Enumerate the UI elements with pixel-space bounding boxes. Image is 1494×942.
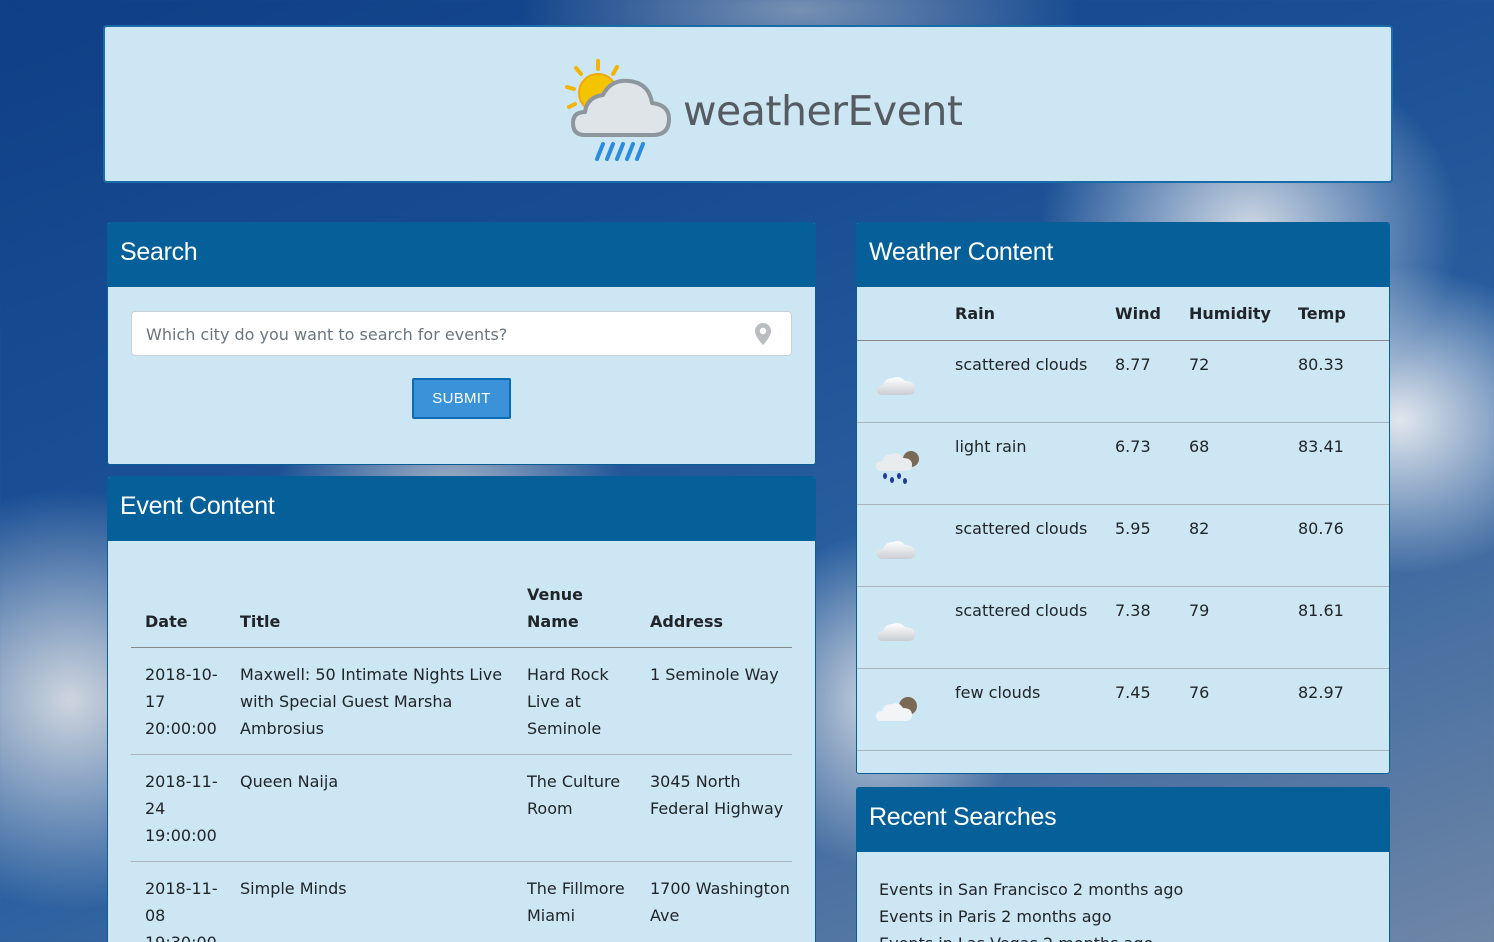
light-rain-icon	[875, 447, 923, 489]
table-row: few clouds 7.45 76 82.97	[857, 668, 1389, 751]
col-header-icon	[857, 287, 955, 341]
weather-humidity: 79	[1189, 586, 1298, 669]
col-header-rain: Rain	[955, 287, 1115, 341]
site-header: weatherEvent	[103, 25, 1393, 183]
weather-temp: 81.61	[1298, 586, 1389, 669]
event-panel: Event Content Date Title Venue Name Addr…	[107, 476, 816, 942]
scattered-clouds-icon	[875, 533, 919, 567]
col-header-venue: Venue Name	[513, 573, 636, 648]
weather-wind: 7.38	[1115, 586, 1189, 669]
weather-condition: few clouds	[955, 668, 1115, 751]
event-venue: The Culture Room	[513, 754, 636, 862]
scattered-clouds-icon	[875, 369, 919, 403]
event-date: 2018-10-17 20:00:00	[131, 647, 226, 755]
logo[interactable]: weatherEvent	[557, 55, 963, 165]
event-venue: Hard Rock Live at Seminole	[513, 647, 636, 755]
weather-condition: light rain	[955, 422, 1115, 505]
sun-cloud-rain-logo-icon	[565, 59, 671, 161]
weather-table: Rain Wind Humidity Temp scattered clouds…	[857, 287, 1389, 751]
col-header-temp: Temp	[1298, 287, 1389, 341]
col-header-title: Title	[226, 573, 513, 648]
weather-condition: scattered clouds	[955, 340, 1115, 423]
recent-searches-panel: Recent Searches Events in San Francisco …	[856, 787, 1390, 942]
weather-icon-cell	[857, 340, 955, 423]
weather-wind: 7.45	[1115, 668, 1189, 751]
event-venue: The Fillmore Miami	[513, 861, 636, 942]
weather-icon-cell	[857, 504, 955, 587]
weather-temp: 82.97	[1298, 668, 1389, 751]
search-box	[131, 311, 792, 357]
weather-icon-cell	[857, 422, 955, 505]
weather-humidity: 82	[1189, 504, 1298, 587]
col-header-humidity: Humidity	[1189, 287, 1298, 341]
location-pin-icon	[755, 323, 771, 349]
event-panel-title: Event Content	[108, 477, 815, 541]
weather-humidity: 76	[1189, 668, 1298, 751]
event-address: 3045 North Federal Highway	[636, 754, 792, 862]
event-address: 1 Seminole Way	[636, 647, 792, 755]
recent-search-item[interactable]: Events in San Francisco 2 months ago	[879, 876, 1183, 903]
weather-temp: 80.76	[1298, 504, 1389, 587]
col-header-address: Address	[636, 573, 792, 648]
table-row: scattered clouds 7.38 79 81.61	[857, 586, 1389, 669]
weather-icon-cell	[857, 668, 955, 751]
weather-icon-cell	[857, 586, 955, 669]
weather-condition: scattered clouds	[955, 504, 1115, 587]
search-panel: Search SUBMIT	[107, 222, 816, 465]
weather-humidity: 72	[1189, 340, 1298, 423]
events-table: Date Title Venue Name Address 2018-10-17…	[131, 573, 792, 942]
weather-panel: Weather Content Rain Wind Humidity Temp …	[856, 222, 1390, 774]
weather-header-row: Rain Wind Humidity Temp	[857, 287, 1389, 341]
recent-search-item[interactable]: Events in Las Vegas 2 months ago	[879, 930, 1183, 942]
events-header-row: Date Title Venue Name Address	[131, 573, 792, 648]
col-header-date: Date	[131, 573, 226, 648]
weather-wind: 6.73	[1115, 422, 1189, 505]
weather-condition: scattered clouds	[955, 586, 1115, 669]
weather-wind: 8.77	[1115, 340, 1189, 423]
event-title: Queen Naija	[226, 754, 513, 862]
recent-searches-title: Recent Searches	[857, 788, 1389, 852]
recent-searches-list: Events in San Francisco 2 months ago Eve…	[879, 876, 1183, 942]
submit-button[interactable]: SUBMIT	[412, 378, 511, 419]
event-title: Simple Minds	[226, 861, 513, 942]
event-date: 2018-11-08 19:30:00	[131, 861, 226, 942]
table-row: 2018-11-24 19:00:00 Queen Naija The Cult…	[131, 754, 792, 862]
table-row: light rain 6.73 68 83.41	[857, 422, 1389, 505]
recent-search-item[interactable]: Events in Paris 2 months ago	[879, 903, 1183, 930]
event-date: 2018-11-24 19:00:00	[131, 754, 226, 862]
table-row: 2018-11-08 19:30:00 Simple Minds The Fil…	[131, 861, 792, 942]
scattered-clouds-icon	[875, 615, 919, 649]
event-address: 1700 Washington Ave	[636, 861, 792, 942]
table-row: scattered clouds 8.77 72 80.33	[857, 340, 1389, 423]
weather-humidity: 68	[1189, 422, 1298, 505]
event-title: Maxwell: 50 Intimate Nights Live with Sp…	[226, 647, 513, 755]
search-panel-title: Search	[108, 223, 815, 287]
city-search-input[interactable]	[132, 312, 748, 357]
weather-temp: 80.33	[1298, 340, 1389, 423]
brand-name: weatherEvent	[683, 87, 963, 135]
col-header-wind: Wind	[1115, 287, 1189, 341]
weather-wind: 5.95	[1115, 504, 1189, 587]
few-clouds-icon	[875, 693, 923, 731]
weather-temp: 83.41	[1298, 422, 1389, 505]
table-row: 2018-10-17 20:00:00 Maxwell: 50 Intimate…	[131, 647, 792, 755]
table-row: scattered clouds 5.95 82 80.76	[857, 504, 1389, 587]
weather-panel-title: Weather Content	[857, 223, 1389, 287]
